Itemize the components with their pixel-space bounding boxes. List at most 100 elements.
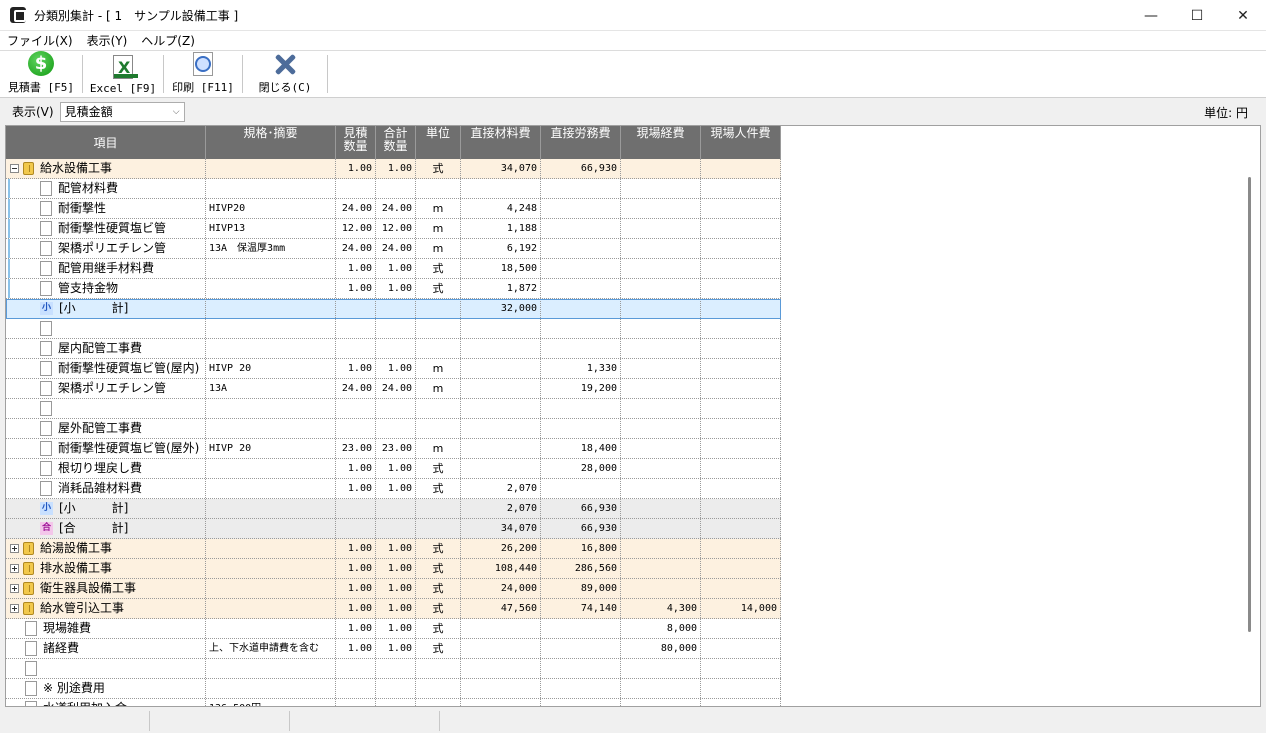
table-row[interactable]: 消耗品雑材料費 1.00 1.00 式 2,070	[6, 479, 781, 499]
display-select-value: 見積金額	[64, 105, 113, 119]
cell-unit	[416, 299, 461, 318]
col-header-est-qty[interactable]: 見積 数量	[336, 126, 376, 159]
table-row[interactable]	[6, 319, 781, 339]
cell-unit	[416, 319, 461, 338]
col-header-site-expense[interactable]: 現場経費	[621, 126, 701, 159]
col-header-item[interactable]: 項目	[6, 126, 206, 159]
excel-button[interactable]: Excel [F9]	[83, 51, 163, 98]
cell-site	[621, 319, 701, 338]
cell-item-name: 配管用継手材料費	[6, 259, 206, 278]
table-row[interactable]: 屋内配管工事費	[6, 339, 781, 359]
table-row[interactable]: 架橋ポリエチレン管 13A 保温厚3mm 24.00 24.00 m 6,192	[6, 239, 781, 259]
table-row[interactable]: 耐衝撃性硬質塩ビ管(屋外) HIVP 20 23.00 23.00 m 18,400	[6, 439, 781, 459]
summary-grid-panel: 項目 規格･摘要 見積 数量 合計 数量 単位 直接材料費 直接労務費 現場経費…	[5, 125, 1261, 707]
cell-item-name: 小 [小 計]	[6, 499, 206, 518]
table-row[interactable]: 根切り埋戻し費 1.00 1.00 式 28,000	[6, 459, 781, 479]
table-row[interactable]: 給水設備工事 1.00 1.00 式 34,070 66,930	[6, 159, 781, 179]
cell-lab	[541, 279, 621, 298]
expand-icon[interactable]	[10, 564, 19, 573]
print-preview-icon	[193, 52, 213, 76]
cell-site	[621, 359, 701, 378]
table-row[interactable]: 管支持金物 1.00 1.00 式 1,872	[6, 279, 781, 299]
cell-unit: m	[416, 239, 461, 258]
cell-lab	[541, 179, 621, 198]
cell-mat	[461, 699, 541, 706]
col-header-material[interactable]: 直接材料費	[461, 126, 541, 159]
col-header-total-qty[interactable]: 合計 数量	[376, 126, 416, 159]
vertical-scrollbar[interactable]	[1244, 159, 1256, 706]
expand-icon[interactable]	[10, 584, 19, 593]
table-row[interactable]: 合 [合 計] 34,070 66,930	[6, 519, 781, 539]
cell-spec	[206, 599, 336, 618]
cell-unit: 式	[416, 259, 461, 278]
cell-q1: 24.00	[336, 379, 376, 398]
collapse-icon[interactable]	[10, 164, 19, 173]
col-header-spec[interactable]: 規格･摘要	[206, 126, 336, 159]
cell-pers	[701, 299, 781, 318]
table-row[interactable]: 耐衝撃性 HIVP20 24.00 24.00 m 4,248	[6, 199, 781, 219]
cell-q1: 1.00	[336, 279, 376, 298]
maximize-button[interactable]: ☐	[1174, 0, 1220, 31]
table-row[interactable]: 現場雑費 1.00 1.00 式 8,000	[6, 619, 781, 639]
menu-help[interactable]: ヘルプ(Z)	[134, 31, 202, 51]
table-row[interactable]: 排水設備工事 1.00 1.00 式 108,440 286,560	[6, 559, 781, 579]
folder-icon	[23, 562, 34, 575]
col-header-labor[interactable]: 直接労務費	[541, 126, 621, 159]
menu-file[interactable]: ファイル(X)	[0, 31, 80, 51]
estimate-button[interactable]: $ 見積書 [F5]	[0, 51, 82, 98]
cell-mat: 108,440	[461, 559, 541, 578]
table-row[interactable]: 耐衝撃性硬質塩ビ管 HIVP13 12.00 12.00 m 1,188	[6, 219, 781, 239]
table-row[interactable]: 給湯設備工事 1.00 1.00 式 26,200 16,800	[6, 539, 781, 559]
col-header-unit[interactable]: 単位	[416, 126, 461, 159]
table-row[interactable]	[6, 399, 781, 419]
cell-q2	[376, 319, 416, 338]
minimize-button[interactable]: —	[1128, 0, 1174, 31]
expand-icon[interactable]	[10, 604, 19, 613]
table-row[interactable]: ※ 別途費用	[6, 679, 781, 699]
cell-q1: 1.00	[336, 559, 376, 578]
table-row[interactable]: 耐衝撃性硬質塩ビ管(屋内) HIVP 20 1.00 1.00 m 1,330	[6, 359, 781, 379]
table-row[interactable]: 屋外配管工事費	[6, 419, 781, 439]
table-row[interactable]: 衛生器具設備工事 1.00 1.00 式 24,000 89,000	[6, 579, 781, 599]
cell-site	[621, 379, 701, 398]
close-button[interactable]: 閉じる(C)	[243, 51, 327, 98]
table-row[interactable]: 水道利用加入金 136,500円	[6, 699, 781, 706]
table-row[interactable]: 給水管引込工事 1.00 1.00 式 47,560 74,140 4,300 14,000	[6, 599, 781, 619]
cell-pers	[701, 619, 781, 638]
cell-site	[621, 659, 701, 678]
display-select[interactable]: 見積金額 ⌵	[59, 101, 185, 122]
table-row[interactable]: 架橋ポリエチレン管 13A 24.00 24.00 m 19,200	[6, 379, 781, 399]
cell-site	[621, 179, 701, 198]
table-row[interactable]: 配管材料費	[6, 179, 781, 199]
cell-unit: 式	[416, 279, 461, 298]
cell-spec	[206, 479, 336, 498]
document-icon	[40, 321, 52, 336]
tree-guide-line	[8, 239, 10, 258]
scrollbar-thumb[interactable]	[1248, 177, 1251, 632]
cell-item-name	[6, 399, 206, 418]
cell-pers	[701, 199, 781, 218]
status-cell	[150, 711, 290, 731]
cell-lab: 286,560	[541, 559, 621, 578]
menu-view[interactable]: 表示(Y)	[80, 31, 135, 51]
col-header-site-personnel[interactable]: 現場人件費	[701, 126, 781, 159]
cell-spec	[206, 679, 336, 698]
table-row[interactable]: 諸経費 上、下水道申請費を含む 1.00 1.00 式 80,000	[6, 639, 781, 659]
cell-q2: 1.00	[376, 539, 416, 558]
print-button[interactable]: 印刷 [F11]	[164, 51, 242, 98]
cell-unit: 式	[416, 639, 461, 658]
cell-lab: 1,330	[541, 359, 621, 378]
cell-q1: 24.00	[336, 239, 376, 258]
cell-mat	[461, 399, 541, 418]
item-name-text: 配管用継手材料費	[58, 261, 155, 275]
table-row[interactable]: 小 [小 計] 32,000	[6, 299, 781, 319]
table-row[interactable]: 配管用継手材料費 1.00 1.00 式 18,500	[6, 259, 781, 279]
close-window-button[interactable]: ✕	[1220, 0, 1266, 31]
item-name-text: 排水設備工事	[40, 561, 113, 575]
document-icon	[25, 641, 37, 656]
expand-icon[interactable]	[10, 544, 19, 553]
cell-mat: 4,248	[461, 199, 541, 218]
table-row[interactable]: 小 [小 計] 2,070 66,930	[6, 499, 781, 519]
cell-mat	[461, 639, 541, 658]
table-row[interactable]	[6, 659, 781, 679]
